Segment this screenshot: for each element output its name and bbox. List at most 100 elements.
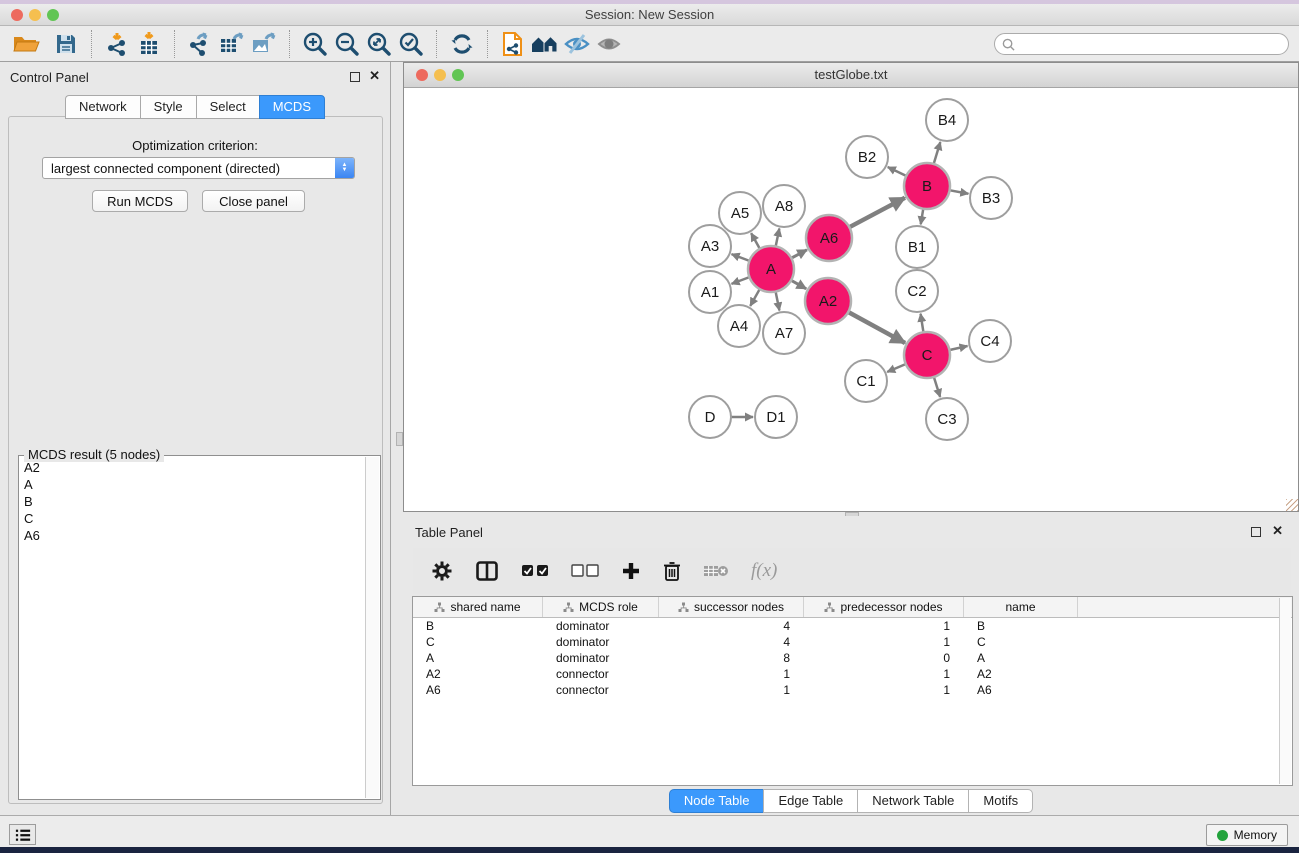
table-row[interactable]: Adominator80A <box>413 650 1292 666</box>
refresh-button[interactable] <box>446 28 478 60</box>
graph-edge-C-C4[interactable] <box>948 346 967 350</box>
graph-edge-A-A4[interactable] <box>750 288 760 306</box>
graph-edge-A2-C[interactable] <box>847 312 905 343</box>
graph-edge-C-C3[interactable] <box>934 376 941 397</box>
graph-edge-A-A2[interactable] <box>790 280 806 289</box>
import-table-button[interactable] <box>133 28 165 60</box>
select-all-button[interactable] <box>521 564 549 578</box>
delete-column-button[interactable] <box>663 561 681 582</box>
graph-edge-A-A1[interactable] <box>732 277 751 284</box>
task-history-button[interactable] <box>9 824 36 845</box>
graph-node-C2[interactable]: C2 <box>896 270 938 312</box>
graph-node-B1[interactable]: B1 <box>896 226 938 268</box>
mcds-result-item[interactable]: A <box>20 476 365 493</box>
hide-unhide-button[interactable] <box>561 28 593 60</box>
graph-edge-B-B2[interactable] <box>888 167 907 176</box>
graph-edge-A-A6[interactable] <box>790 250 807 259</box>
column-header-name[interactable]: name <box>964 597 1078 617</box>
table-float-icon[interactable] <box>1251 527 1261 537</box>
share-document-button[interactable] <box>497 28 529 60</box>
graph-edge-C-C2[interactable] <box>921 314 924 334</box>
table-close-icon[interactable]: ✕ <box>1272 523 1283 539</box>
graph-node-A8[interactable]: A8 <box>763 185 805 227</box>
graph-node-B4[interactable]: B4 <box>926 99 968 141</box>
zoom-in-button[interactable] <box>299 28 331 60</box>
column-header-MCDS-role[interactable]: MCDS role <box>543 597 659 617</box>
zoom-out-button[interactable] <box>331 28 363 60</box>
graph-node-A[interactable]: A <box>748 246 794 292</box>
zoom-fit-button[interactable] <box>363 28 395 60</box>
table-row[interactable]: A2connector11A2 <box>413 666 1292 682</box>
close-panel-icon[interactable]: ✕ <box>369 68 380 84</box>
splitter-grip-vertical[interactable] <box>396 432 403 446</box>
graph-node-A5[interactable]: A5 <box>719 192 761 234</box>
graph-node-D1[interactable]: D1 <box>755 396 797 438</box>
graph-edge-B-B1[interactable] <box>921 208 924 225</box>
graph-node-D[interactable]: D <box>689 396 731 438</box>
export-table-button[interactable] <box>216 28 248 60</box>
tab-motifs[interactable]: Motifs <box>968 789 1033 813</box>
mcds-result-item[interactable]: A6 <box>20 527 365 544</box>
graph-node-A2[interactable]: A2 <box>805 278 851 324</box>
export-network-button[interactable] <box>184 28 216 60</box>
table-scrollbar[interactable] <box>1279 598 1291 784</box>
toggle-columns-button[interactable] <box>475 560 499 582</box>
result-scrollbar[interactable] <box>365 457 379 798</box>
home-button[interactable] <box>529 28 561 60</box>
criterion-dropdown[interactable]: largest connected component (directed) ▲… <box>42 157 355 179</box>
export-image-button[interactable] <box>248 28 280 60</box>
close-panel-button[interactable]: Close panel <box>202 190 305 212</box>
window-resize-handle[interactable] <box>1286 499 1298 511</box>
graph-edge-A-A5[interactable] <box>751 233 760 250</box>
graph-edge-A-A3[interactable] <box>732 254 751 261</box>
table-row[interactable]: Cdominator41C <box>413 634 1292 650</box>
run-mcds-button[interactable]: Run MCDS <box>92 190 188 212</box>
search-input[interactable] <box>1015 35 1288 53</box>
open-session-button[interactable] <box>10 28 42 60</box>
graph-edge-A-A7[interactable] <box>775 291 779 311</box>
graph-node-A3[interactable]: A3 <box>689 225 731 267</box>
network-canvas[interactable]: B4 B2 B B3 A5A8A6 B1 A3 A C2 A1 A2 A4A7 C4 C C1 D D1 C3 <box>404 88 1298 511</box>
deselect-all-button[interactable] <box>571 564 599 578</box>
memory-button[interactable]: Memory <box>1206 824 1288 846</box>
tab-mcds[interactable]: MCDS <box>259 95 325 119</box>
mcds-result-item[interactable]: B <box>20 493 365 510</box>
mcds-result-item[interactable]: C <box>20 510 365 527</box>
table-row[interactable]: Bdominator41B <box>413 618 1292 634</box>
table-cell: A2 <box>413 667 543 681</box>
zoom-selected-button[interactable] <box>395 28 427 60</box>
mcds-result-item[interactable]: A2 <box>20 459 365 476</box>
add-column-button[interactable] <box>621 561 641 581</box>
float-panel-icon[interactable] <box>350 72 360 82</box>
graph-node-A7[interactable]: A7 <box>763 312 805 354</box>
graph-node-A1[interactable]: A1 <box>689 271 731 313</box>
tab-select[interactable]: Select <box>196 95 259 119</box>
tab-edge-table[interactable]: Edge Table <box>763 789 857 813</box>
tab-network[interactable]: Network <box>65 95 140 119</box>
graph-node-C[interactable]: C <box>904 332 950 378</box>
import-network-button[interactable] <box>101 28 133 60</box>
graph-node-B3[interactable]: B3 <box>970 177 1012 219</box>
graph-node-C4[interactable]: C4 <box>969 320 1011 362</box>
column-header-predecessor-nodes[interactable]: predecessor nodes <box>804 597 964 617</box>
graph-edge-A-A8[interactable] <box>775 229 779 248</box>
column-header-shared-name[interactable]: shared name <box>413 597 543 617</box>
graph-edge-B-B3[interactable] <box>949 190 969 194</box>
tab-style[interactable]: Style <box>140 95 196 119</box>
save-session-button[interactable] <box>50 28 82 60</box>
tab-network-table[interactable]: Network Table <box>857 789 968 813</box>
eye-button[interactable] <box>593 28 625 60</box>
graph-node-C3[interactable]: C3 <box>926 398 968 440</box>
graph-node-B2[interactable]: B2 <box>846 136 888 178</box>
graph-node-A6[interactable]: A6 <box>806 215 852 261</box>
tab-node-table[interactable]: Node Table <box>669 789 764 813</box>
graph-node-A4[interactable]: A4 <box>718 305 760 347</box>
table-row[interactable]: A6connector11A6 <box>413 682 1292 698</box>
graph-edge-B-B4[interactable] <box>933 142 940 165</box>
table-settings-button[interactable] <box>431 560 453 582</box>
graph-edge-C-C1[interactable] <box>887 364 907 372</box>
graph-node-B[interactable]: B <box>904 163 950 209</box>
graph-edge-A6-B[interactable] <box>848 198 904 228</box>
graph-node-C1[interactable]: C1 <box>845 360 887 402</box>
column-header-successor-nodes[interactable]: successor nodes <box>659 597 804 617</box>
